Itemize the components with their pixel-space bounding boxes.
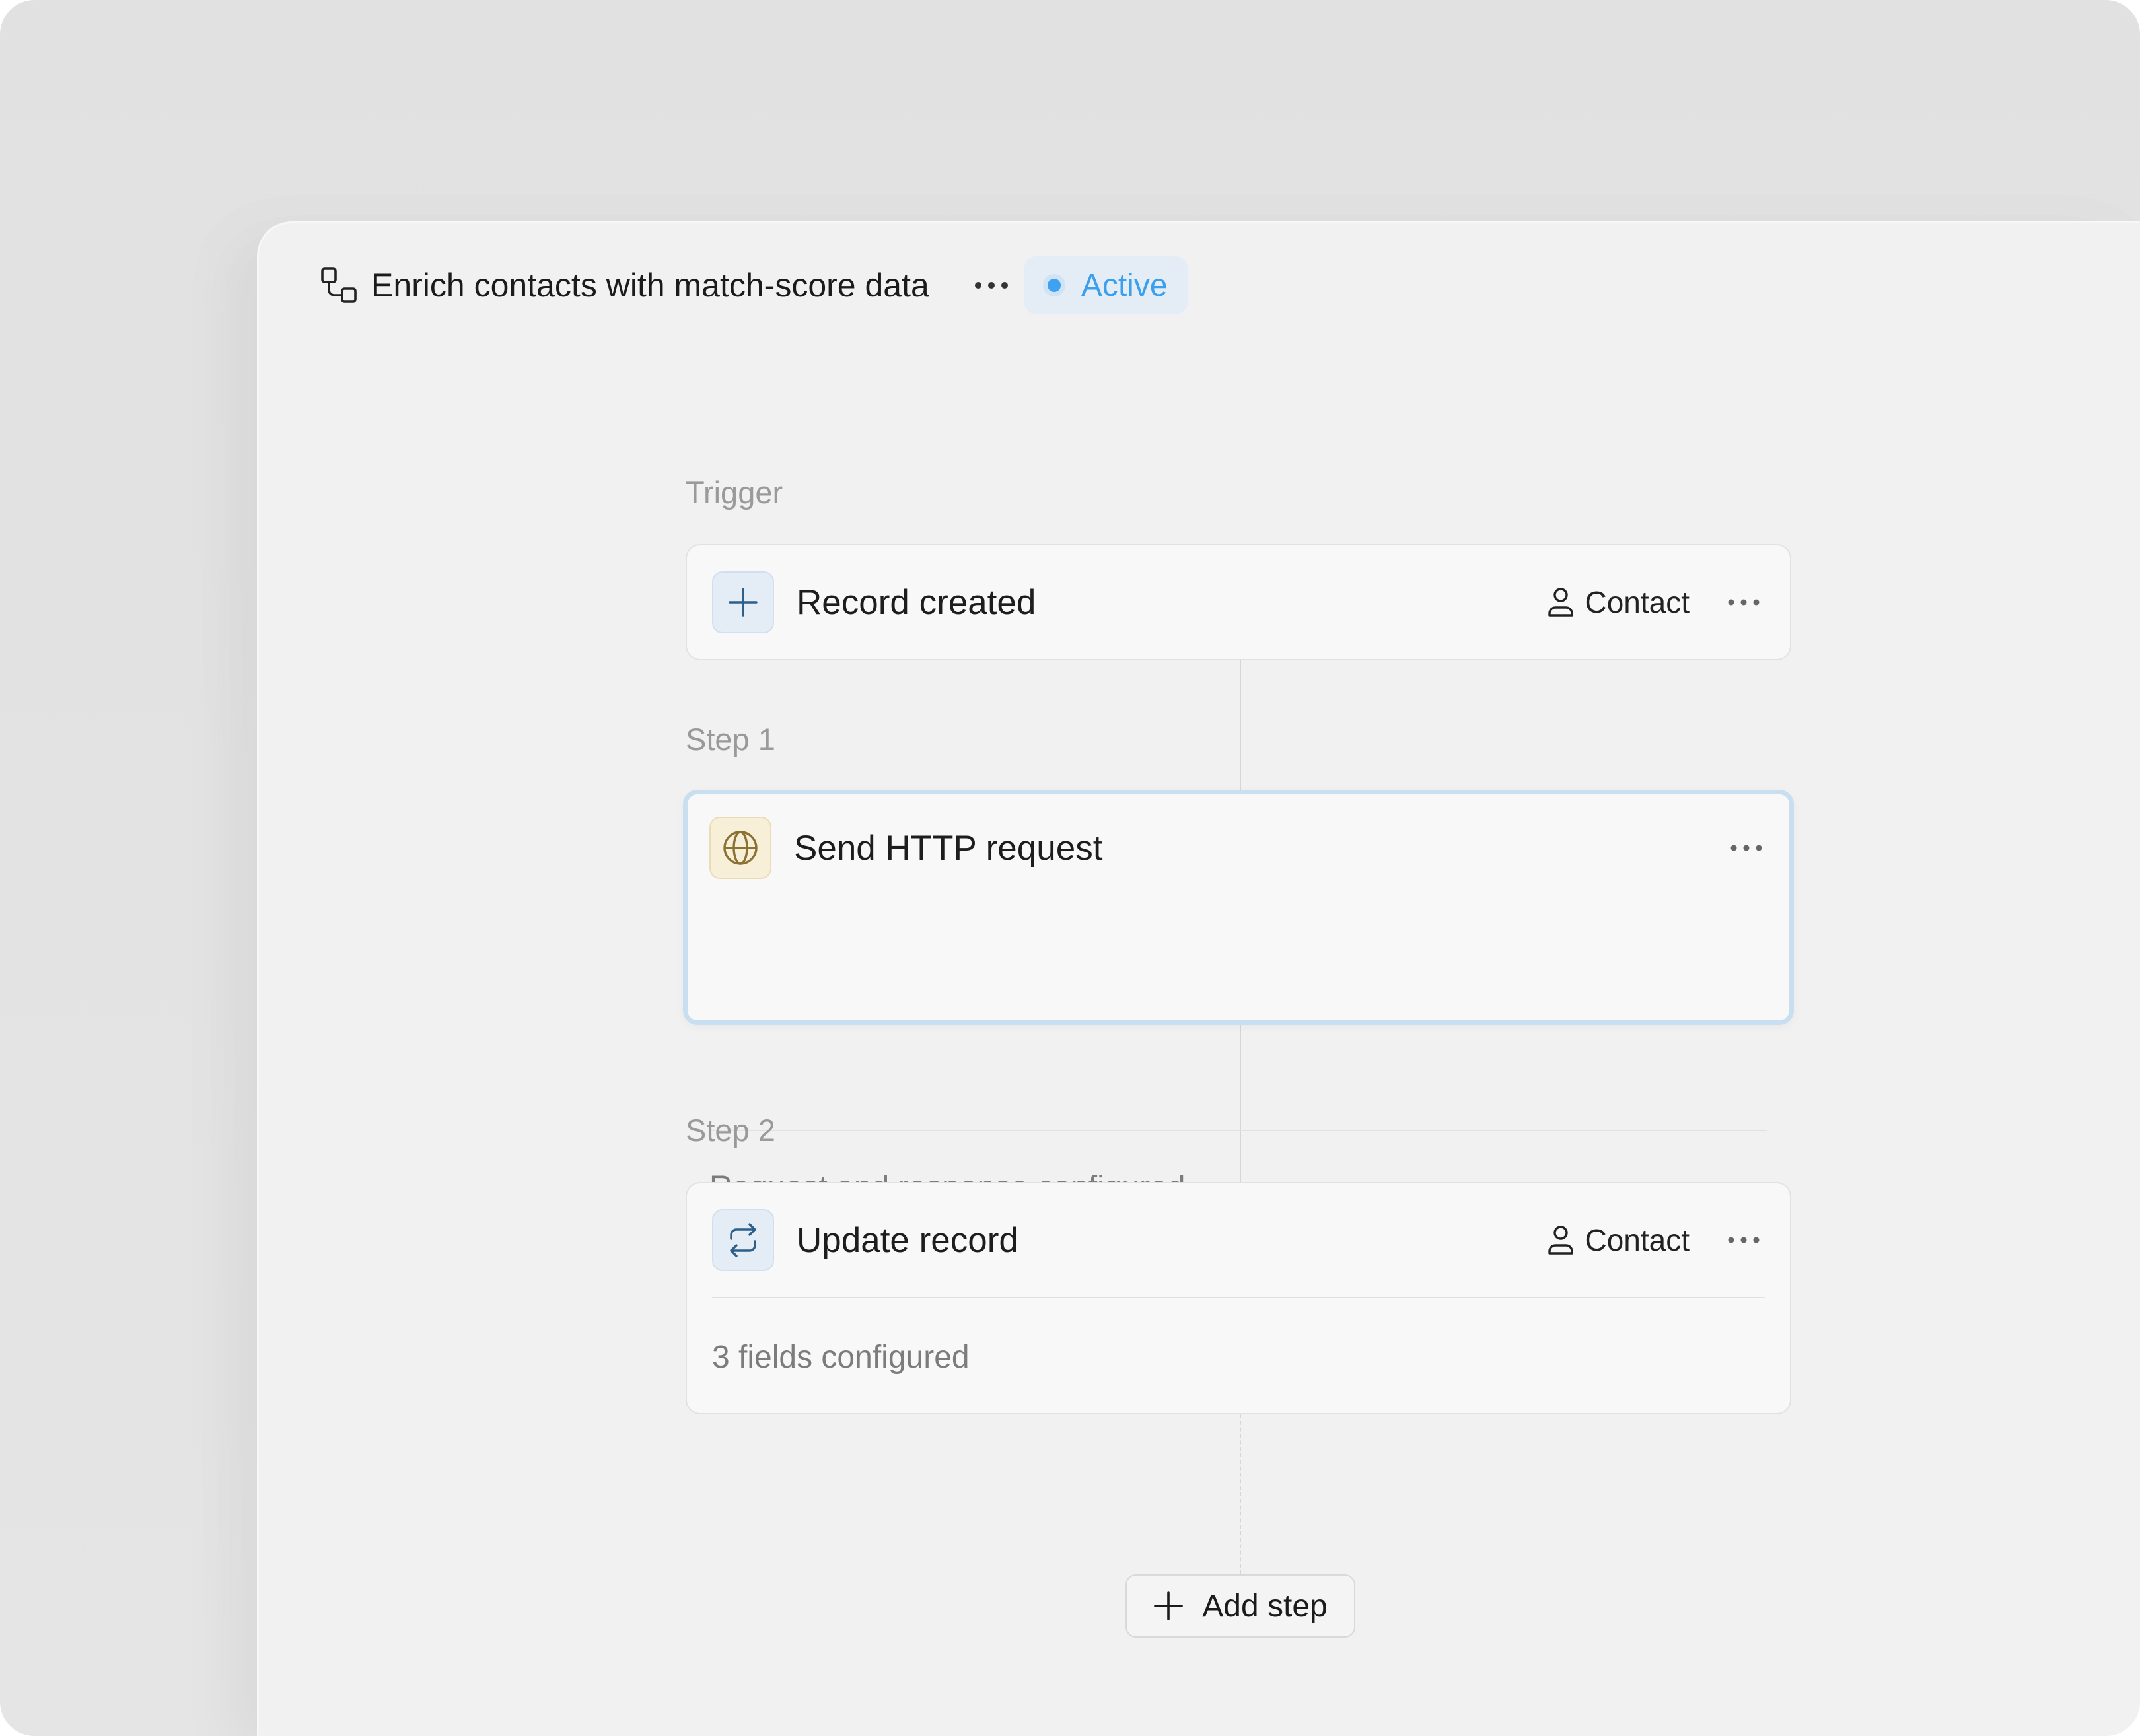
trigger-title: Record created [797, 582, 1036, 622]
trigger-card[interactable]: Record created Contact [686, 544, 1791, 660]
step2-object-chip[interactable]: Contact [1548, 1222, 1690, 1258]
step1-section-label: Step 1 [686, 722, 775, 757]
step1-more-button[interactable] [1725, 827, 1767, 869]
step1-card-header: Send HTTP request [709, 816, 1767, 880]
step2-section-label: Step 2 [686, 1113, 775, 1148]
person-icon [1548, 1226, 1574, 1255]
plus-icon [712, 571, 774, 633]
workflow-title[interactable]: Enrich contacts with match-score data [371, 266, 929, 304]
status-badge[interactable]: Active [1024, 256, 1188, 314]
connector-step1-step2 [1240, 1025, 1241, 1183]
more-horizontal-icon [1728, 599, 1760, 606]
plus-icon [1154, 1591, 1184, 1620]
globe-icon [709, 817, 771, 879]
refresh-icon [712, 1209, 774, 1271]
workflow-icon [320, 266, 358, 304]
trigger-object-chip[interactable]: Contact [1548, 584, 1690, 620]
person-icon [1548, 588, 1574, 617]
trigger-section-label: Trigger [686, 475, 783, 510]
add-step-button[interactable]: Add step [1125, 1574, 1355, 1638]
step2-card[interactable]: Update record Contact 3 fields configure… [686, 1182, 1791, 1414]
screenshot-frame: Enrich contacts with match-score data Ac… [0, 0, 2140, 1736]
step2-card-header: Update record Contact [712, 1208, 1765, 1272]
step2-description: 3 fields configured [712, 1340, 970, 1375]
workflow-header: Enrich contacts with match-score data Ac… [320, 256, 1188, 314]
workflow-more-button[interactable] [972, 265, 1011, 305]
workflow-editor-window: Enrich contacts with match-score data Ac… [259, 223, 2140, 1736]
step1-divider [709, 1130, 1767, 1131]
trigger-object-label: Contact [1585, 585, 1690, 619]
connector-trigger-step1 [1240, 660, 1241, 791]
more-horizontal-icon [1730, 845, 1762, 851]
add-step-label: Add step [1202, 1588, 1328, 1624]
step2-title: Update record [797, 1220, 1018, 1260]
connector-step2-add [1240, 1414, 1241, 1574]
status-dot-icon [1042, 274, 1065, 296]
step2-more-button[interactable] [1723, 1219, 1765, 1261]
step1-card[interactable]: Send HTTP request Request and response c… [683, 790, 1794, 1205]
step2-object-label: Contact [1585, 1223, 1690, 1257]
more-horizontal-icon [1728, 1237, 1760, 1243]
step2-divider [712, 1297, 1765, 1298]
status-label: Active [1081, 267, 1168, 303]
trigger-card-header: Record created Contact [712, 571, 1765, 634]
more-horizontal-icon [974, 282, 1008, 289]
step1-title: Send HTTP request [794, 828, 1103, 868]
trigger-more-button[interactable] [1723, 581, 1765, 623]
